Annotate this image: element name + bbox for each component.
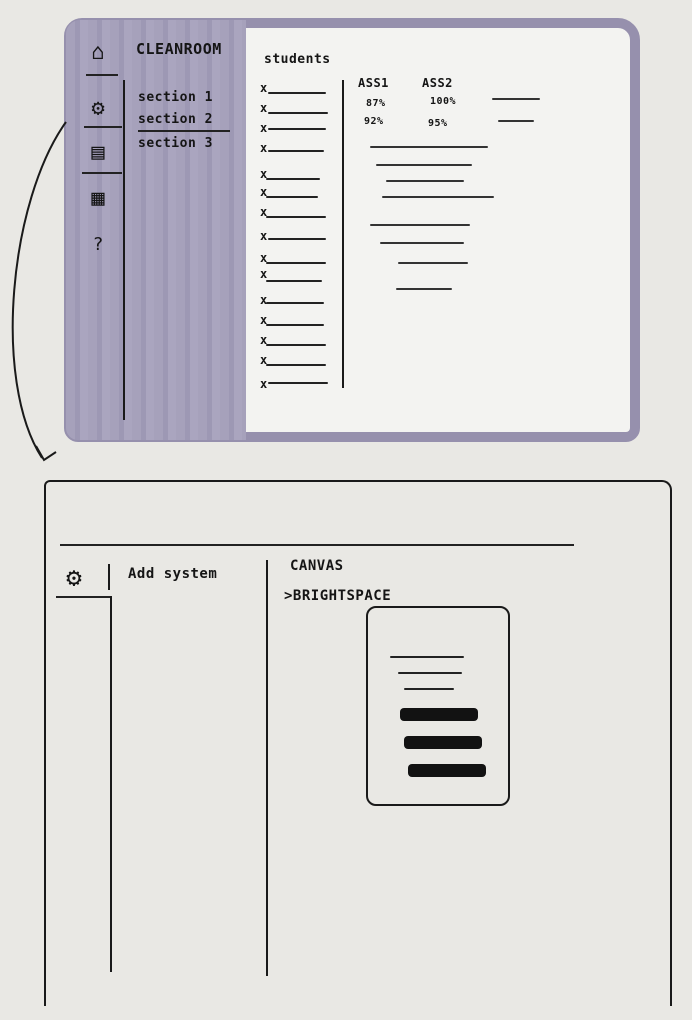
dialog-text-line [390,656,464,658]
dialog-text-line [398,672,462,674]
rail-divider-line [56,596,112,598]
add-system-menu-item[interactable]: Add system [128,566,217,582]
system-option-canvas[interactable]: CANVAS [290,558,344,574]
column-divider [266,560,268,976]
system-option-brightspace[interactable]: >BRIGHTSPACE [284,588,391,604]
dialog-button[interactable] [400,708,478,721]
header-divider [60,544,574,546]
rail-border [110,596,112,972]
rail-border [108,564,110,590]
dialog-button[interactable] [408,764,486,777]
gear-icon[interactable]: ⚙ [58,562,90,594]
dialog-text-line [404,688,454,690]
settings-window [44,480,672,1006]
dialog-button[interactable] [404,736,482,749]
